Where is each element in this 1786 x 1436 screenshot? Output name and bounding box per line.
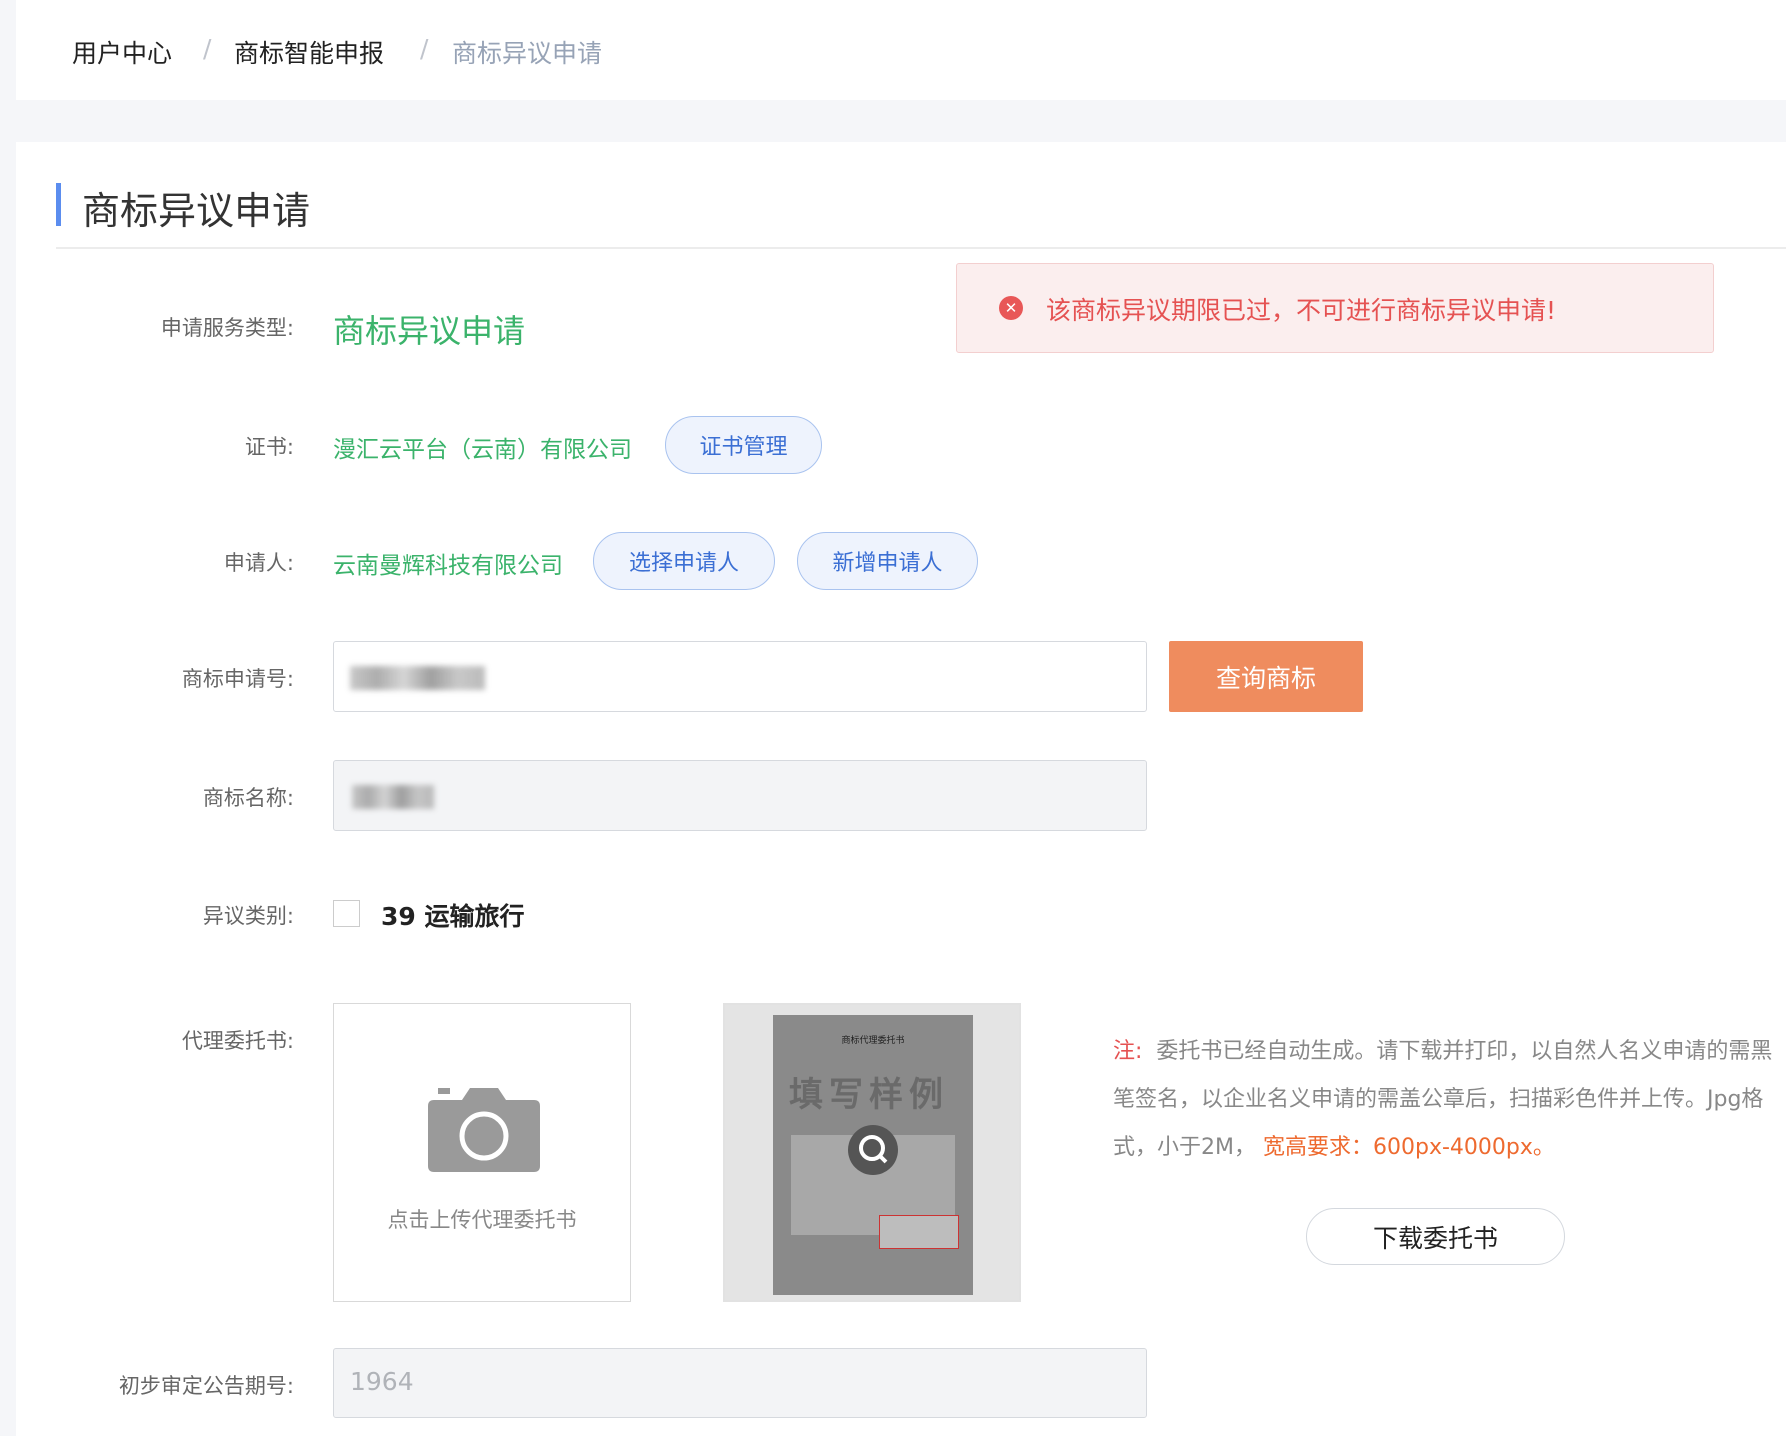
certificate-value: 漫汇云平台（云南）有限公司: [333, 437, 632, 463]
sample-attorney-image[interactable]: 商标代理委托书 填写样例: [723, 1003, 1021, 1302]
sample-stamp-area: [879, 1215, 959, 1249]
error-circle-icon: ✕: [999, 296, 1023, 320]
upload-attorney-area[interactable]: 点击上传代理委托书: [333, 1003, 631, 1302]
category-option-label[interactable]: 39 运输旅行: [381, 897, 525, 933]
camera-icon: [428, 1088, 540, 1172]
sample-document: 商标代理委托书 填写样例: [773, 1015, 973, 1295]
trademark-name-label: 商标名称:: [202, 786, 294, 810]
app-number-label: 商标申请号:: [181, 667, 294, 691]
breadcrumb-separator: /: [203, 34, 212, 63]
category-checkbox[interactable]: [333, 900, 360, 927]
category-label: 异议类别:: [202, 904, 294, 928]
announcement-input: 1964: [333, 1348, 1147, 1418]
zoom-magnifier-icon[interactable]: [848, 1125, 898, 1175]
note-size-requirement: 宽高要求：600px-4000px。: [1262, 1135, 1555, 1160]
applicant-value: 云南曼辉科技有限公司: [333, 553, 563, 579]
service-type-value: 商标异议申请: [333, 312, 526, 350]
announcement-label: 初步审定公告期号:: [118, 1374, 294, 1398]
power-of-attorney-label: 代理委托书:: [181, 1029, 294, 1053]
sample-watermark: 填写样例: [789, 1075, 949, 1115]
title-accent: [56, 183, 61, 226]
query-trademark-button[interactable]: 查询商标: [1169, 641, 1363, 712]
page-title: 商标异议申请: [82, 189, 311, 233]
trademark-name-input: [333, 760, 1147, 831]
select-applicant-button[interactable]: 选择申请人: [593, 532, 775, 590]
breadcrumb-smart-filing[interactable]: 商标智能申报: [234, 34, 384, 70]
sample-title: 商标代理委托书: [841, 1036, 905, 1046]
breadcrumb-current: 商标异议申请: [452, 39, 603, 68]
service-type-label: 申请服务类型:: [160, 316, 294, 340]
applicant-label: 申请人:: [223, 551, 294, 575]
download-attorney-button[interactable]: 下载委托书: [1306, 1208, 1565, 1265]
note-prefix: 注:: [1113, 1039, 1143, 1064]
breadcrumb-user-center[interactable]: 用户中心: [72, 34, 172, 70]
breadcrumb-separator: /: [420, 34, 429, 63]
divider: [56, 247, 1786, 249]
add-applicant-button[interactable]: 新增申请人: [797, 532, 978, 590]
attorney-note: 注: 委托书已经自动生成。请下载并打印，以自然人名义申请的需黑笔签名，以企业名义…: [1113, 1028, 1773, 1172]
error-alert: ✕ 该商标异议期限已过，不可进行商标异议申请!: [956, 263, 1714, 353]
app-number-input[interactable]: [333, 641, 1147, 712]
certificate-label: 证书:: [244, 435, 294, 459]
upload-hint: 点击上传代理委托书: [387, 1208, 577, 1232]
alert-text: 该商标异议期限已过，不可进行商标异议申请!: [1046, 296, 1557, 325]
certificate-manage-button[interactable]: 证书管理: [665, 416, 822, 474]
